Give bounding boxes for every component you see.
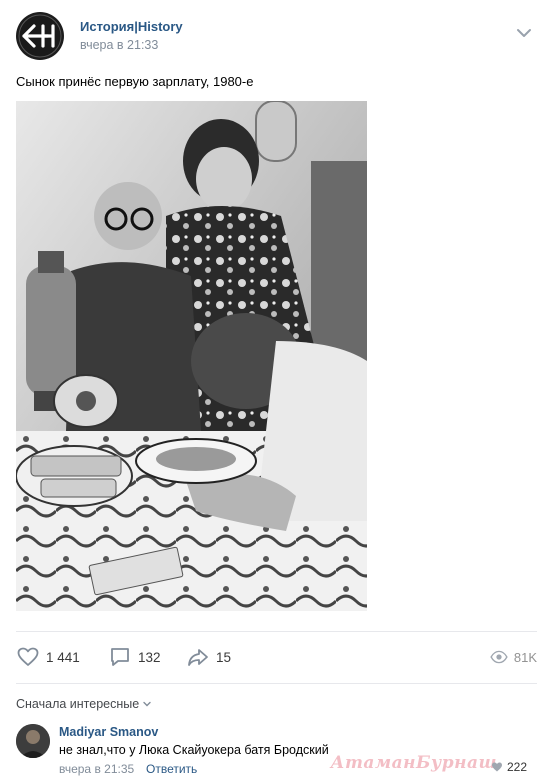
reply-button[interactable]: Ответить	[146, 762, 197, 776]
comment-icon	[111, 648, 129, 666]
comment-button[interactable]: 132	[108, 642, 161, 672]
post-header: История|History вчера в 21:33	[16, 12, 537, 60]
chevron-down-icon	[143, 701, 151, 707]
heart-icon	[491, 762, 502, 772]
views-count: 81K	[513, 649, 537, 665]
post-actions: 1 441 132 15 81K	[16, 642, 537, 672]
heart-icon	[17, 647, 39, 666]
views-counter: 81K	[490, 642, 537, 672]
share-count: 15	[216, 649, 232, 665]
like-count: 1 441	[46, 649, 80, 665]
comment-text: не знал,что у Люка Скайуокера батя Бродс…	[59, 743, 329, 757]
watermark: АтаманБурнаш	[330, 753, 497, 773]
sort-label: Сначала интересные	[16, 697, 140, 711]
comment-like-button[interactable]: 222	[491, 760, 527, 774]
eye-icon	[490, 650, 508, 664]
comment-time[interactable]: вчера в 21:35	[59, 762, 134, 776]
divider	[16, 683, 537, 684]
share-button[interactable]: 15	[186, 642, 231, 672]
community-avatar[interactable]	[16, 12, 64, 60]
chevron-down-icon[interactable]	[515, 24, 533, 42]
comments-sort-dropdown[interactable]: Сначала интересные	[16, 697, 152, 711]
user-photo-icon	[16, 724, 50, 758]
post-photo[interactable]	[16, 101, 367, 611]
comment-count: 132	[138, 649, 161, 665]
community-name[interactable]: История|History	[80, 19, 183, 34]
post-text: Сынок принёс первую зарплату, 1980-е	[16, 74, 254, 89]
comment-like-count: 222	[506, 760, 527, 774]
avatar[interactable]	[16, 724, 50, 758]
divider	[16, 631, 537, 632]
like-button[interactable]: 1 441	[16, 642, 80, 672]
share-arrow-icon	[188, 649, 208, 666]
arrow-left-h-logo-icon	[18, 14, 62, 58]
black-and-white-photo	[16, 101, 367, 611]
post-time[interactable]: вчера в 21:33	[80, 38, 158, 52]
comment-author[interactable]: Madiyar Smanov	[59, 725, 158, 739]
comment-item: Madiyar Smanov не знал,что у Люка Скайуо…	[16, 722, 537, 780]
